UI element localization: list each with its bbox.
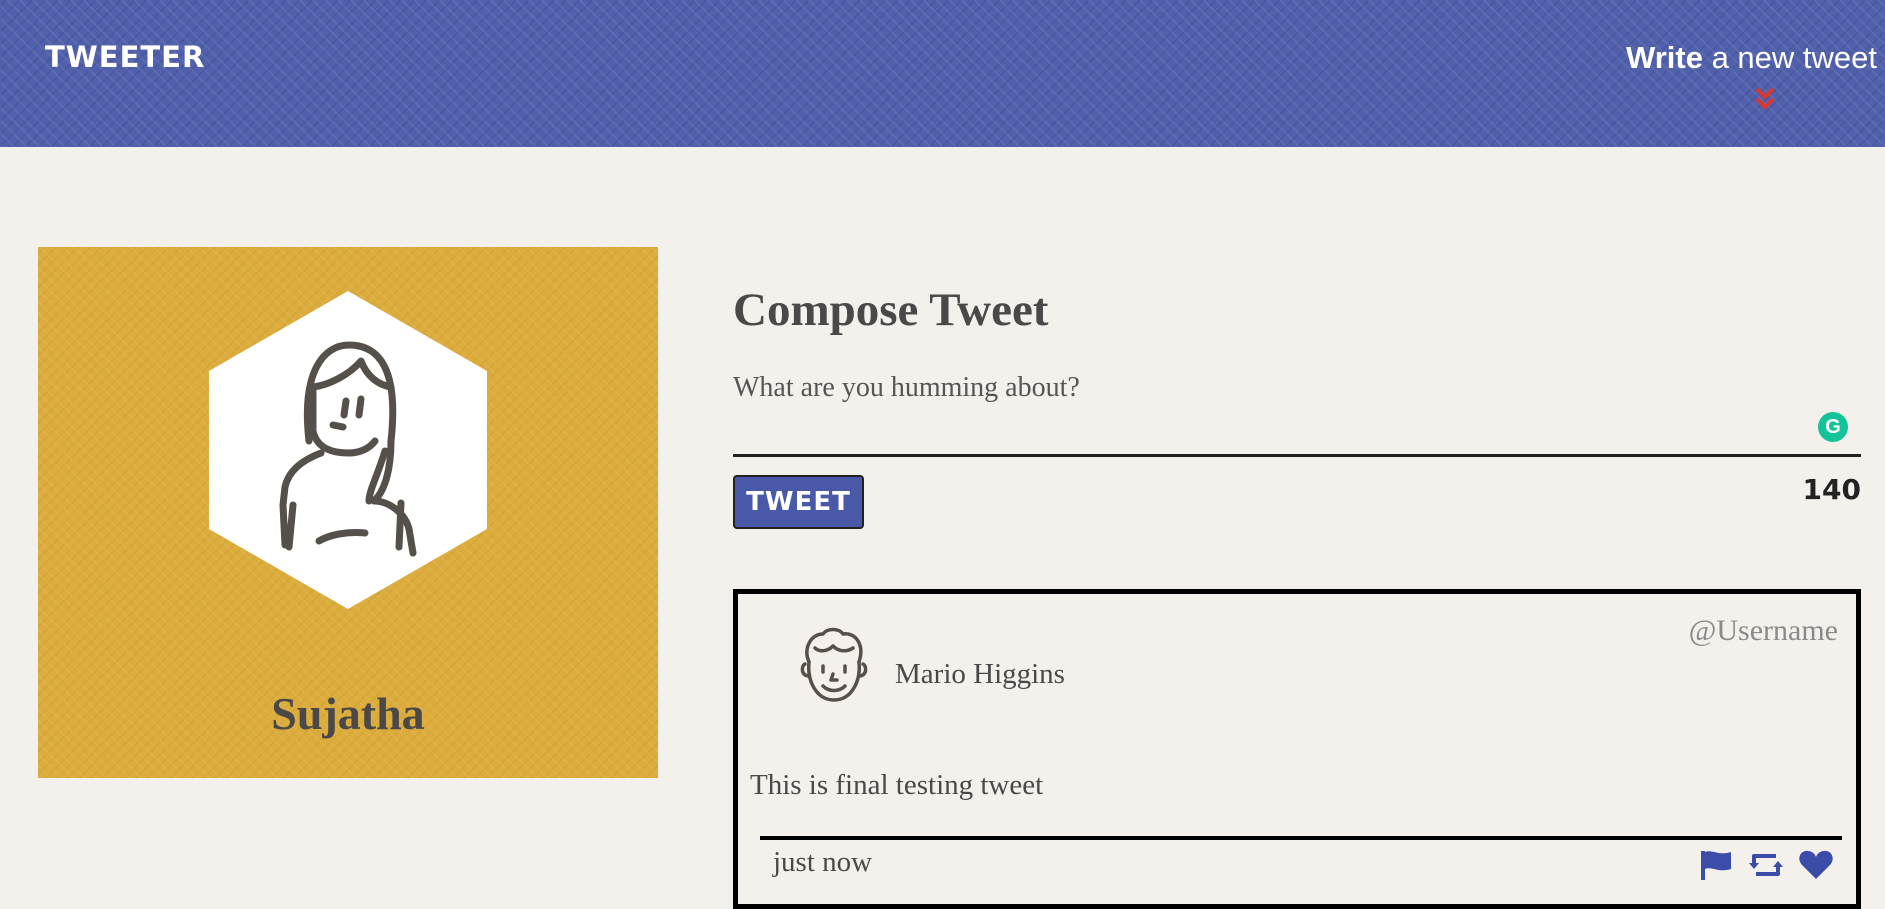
double-chevron-down-icon[interactable] (1754, 86, 1776, 112)
new-tweet-label: a new tweet (1702, 40, 1877, 75)
tweet-divider (760, 836, 1842, 840)
profile-card: Sujatha (38, 247, 658, 778)
character-counter: 140 (1802, 473, 1861, 506)
top-nav: TWEETER Write a new tweet (0, 0, 1885, 147)
tweet-actions (1698, 849, 1834, 881)
tweet-card: Mario Higgins @Username This is final te… (733, 589, 1861, 909)
heart-icon[interactable] (1798, 849, 1834, 881)
grammarly-icon[interactable]: G (1818, 412, 1848, 442)
write-new-tweet-toggle[interactable]: Write a new tweet (1626, 40, 1877, 76)
tweet-author-name: Mario Higgins (895, 658, 1065, 690)
man-avatar-icon (800, 627, 868, 702)
tweet-button[interactable]: TWEET (733, 475, 864, 529)
profile-avatar (209, 291, 487, 609)
tweet-textarea[interactable] (733, 372, 1861, 457)
tweet-timestamp: just now (773, 846, 873, 878)
write-label: Write (1626, 40, 1703, 75)
tweet-content: This is final testing tweet (750, 769, 1044, 801)
profile-name: Sujatha (271, 688, 425, 739)
compose-title: Compose Tweet (733, 284, 1049, 336)
brand-logo[interactable]: TWEETER (45, 40, 205, 74)
flag-icon[interactable] (1698, 849, 1734, 881)
retweet-icon[interactable] (1748, 849, 1784, 881)
tweet-author-handle: @Username (1688, 614, 1838, 647)
